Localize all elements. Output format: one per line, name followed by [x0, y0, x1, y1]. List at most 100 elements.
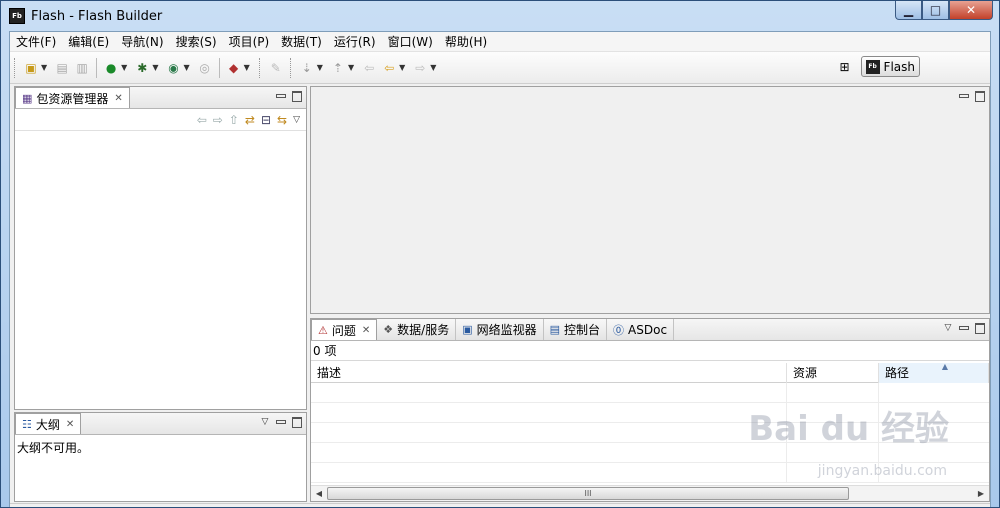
minimize-view-button[interactable] [276, 91, 286, 101]
tab-console[interactable]: ▤ 控制台 [543, 319, 608, 340]
tab-data-services[interactable]: ❖ 数据/服务 [377, 319, 457, 340]
open-perspective-icon[interactable]: ⊞ [837, 59, 853, 75]
editor-controls [959, 91, 985, 101]
close-icon: ✕ [965, 3, 977, 17]
menu-window[interactable]: 窗口(W) [382, 32, 439, 52]
package-explorer-toolbar: ⇦ ⇨ ⇧ ⇄ ⊟ ⇆ ▽ [15, 109, 306, 131]
menu-search[interactable]: 搜索(S) [170, 32, 223, 52]
profile-icon[interactable]: ◉ [165, 60, 181, 76]
minimize-view-button[interactable] [959, 323, 969, 333]
toolbar-grip[interactable] [289, 57, 293, 78]
menu-edit[interactable]: 编辑(E) [62, 32, 115, 52]
scrollbar-thumb[interactable]: III [327, 487, 849, 500]
minimize-button[interactable]: ▁ [895, 1, 922, 20]
maximize-icon: □ [929, 3, 942, 17]
package-explorer-icon: ▦ [22, 91, 33, 105]
package-explorer-tabbar: ▦ 包资源管理器 ✕ [15, 87, 306, 109]
tab-label: ASDoc [628, 322, 668, 337]
menu-data[interactable]: 数据(T) [275, 32, 328, 52]
tab-label: 数据/服务 [397, 323, 450, 337]
up-icon[interactable]: ⇧ [229, 113, 239, 127]
forward-icon[interactable]: ⇨ [412, 60, 428, 76]
view-menu-icon[interactable]: ▽ [260, 417, 270, 427]
run-icon[interactable]: ● [103, 60, 119, 76]
column-header-description[interactable]: 描述 [311, 363, 787, 383]
external-tools-dropdown-icon[interactable]: ▼ [244, 63, 250, 72]
close-window-button[interactable]: ✕ [949, 1, 993, 20]
forward-dropdown-icon[interactable]: ▼ [430, 63, 436, 72]
outline-tabbar: ☷ 大纲 ✕ ▽ [15, 413, 306, 435]
export-release-icon[interactable]: ◎ [197, 60, 213, 76]
debug-icon[interactable]: ✱ [134, 60, 150, 76]
outline-panel: ☷ 大纲 ✕ ▽ 大纲不可用。 [14, 412, 307, 502]
tab-asdoc[interactable]: ⓪ ASDoc [607, 319, 675, 340]
external-tools-icon[interactable]: ◆ [226, 60, 242, 76]
view-menu-icon[interactable]: ▽ [943, 323, 953, 333]
tab-outline[interactable]: ☷ 大纲 ✕ [15, 413, 82, 434]
outline-icon: ☷ [22, 417, 32, 431]
toolbar-grip[interactable] [14, 57, 17, 78]
menu-run[interactable]: 运行(R) [328, 32, 382, 52]
window-controls: ▁ □ ✕ [895, 1, 993, 20]
prev-annotation-icon[interactable]: ⇡ [330, 60, 346, 76]
minimize-view-button[interactable] [276, 417, 286, 427]
table-row [311, 383, 989, 403]
scroll-right-icon[interactable]: ▶ [973, 489, 989, 498]
outline-message: 大纲不可用。 [17, 441, 90, 455]
close-tab-icon[interactable]: ✕ [114, 93, 122, 104]
next-annotation-icon[interactable]: ⇣ [299, 60, 315, 76]
toolbar-grip[interactable] [258, 57, 262, 78]
horizontal-scrollbar[interactable]: ◀ III ▶ [311, 485, 989, 501]
column-header-resource[interactable]: 资源 [787, 363, 879, 383]
save-icon[interactable]: ▤ [54, 60, 70, 76]
last-edit-icon[interactable]: ⇦ [361, 60, 377, 76]
menu-file[interactable]: 文件(F) [10, 32, 62, 52]
editor-area [310, 86, 990, 314]
next-annotation-dropdown-icon[interactable]: ▼ [317, 63, 323, 72]
data-services-icon: ❖ [383, 323, 394, 336]
debug-dropdown-icon[interactable]: ▼ [152, 63, 158, 72]
app-window: Fb Flash - Flash Builder ▁ □ ✕ 文件(F) 编辑(… [0, 0, 1000, 508]
flash-builder-app-icon: Fb [9, 8, 25, 24]
close-tab-icon[interactable]: ✕ [362, 325, 370, 336]
main-toolbar: ▣ ▼ ▤ ▥ ● ▼ ✱ ▼ ◉ ▼ ◎ ◆ ▼ ✎ ⇣ ▼ ⇡ ▼ ⇦ ⇦ ▼ ⇨ ▼ ⊞ F… [10, 52, 990, 84]
column-header-path[interactable]: ▲ 路径 [879, 363, 989, 383]
maximize-view-button[interactable] [975, 323, 985, 333]
title-bar[interactable]: Fb Flash - Flash Builder ▁ □ ✕ [1, 1, 999, 31]
back-icon[interactable]: ⇦ [381, 60, 397, 76]
maximize-view-button[interactable] [292, 91, 302, 101]
profile-dropdown-icon[interactable]: ▼ [183, 63, 189, 72]
panel-controls: ▽ [260, 417, 302, 427]
menu-help[interactable]: 帮助(H) [439, 32, 493, 52]
view-menu-icon[interactable]: ▽ [293, 115, 300, 125]
tab-problems[interactable]: ⚠ 问题 ✕ [311, 319, 378, 340]
run-dropdown-icon[interactable]: ▼ [121, 63, 127, 72]
tab-package-explorer[interactable]: ▦ 包资源管理器 ✕ [15, 87, 130, 108]
link-with-editor-icon[interactable]: ⇄ [245, 113, 255, 127]
scroll-left-icon[interactable]: ◀ [311, 489, 327, 498]
tab-label: 问题 [331, 323, 356, 338]
back-dropdown-icon[interactable]: ▼ [399, 63, 405, 72]
pen-icon[interactable]: ✎ [268, 60, 284, 76]
menu-project[interactable]: 项目(P) [223, 32, 276, 52]
maximize-view-button[interactable] [292, 417, 302, 427]
prev-annotation-dropdown-icon[interactable]: ▼ [348, 63, 354, 72]
collapse-all-icon[interactable]: ⊟ [261, 113, 271, 127]
link-icon[interactable]: ⇆ [277, 113, 287, 127]
forward-icon[interactable]: ⇨ [213, 113, 223, 127]
flash-perspective-button[interactable]: Fb Flash [860, 56, 920, 77]
close-tab-icon[interactable]: ✕ [66, 419, 74, 430]
print-icon[interactable]: ▥ [74, 60, 90, 76]
minimize-editor-button[interactable] [959, 91, 969, 101]
new-icon[interactable]: ▣ [23, 60, 39, 76]
perspective-switcher: ⊞ Fb Flash [835, 56, 920, 77]
panel-controls [276, 91, 302, 101]
baidu-watermark-url: jingyan.baidu.com [817, 463, 947, 479]
new-dropdown-icon[interactable]: ▼ [41, 63, 47, 72]
maximize-button[interactable]: □ [922, 1, 949, 20]
panel-controls: ▽ [943, 323, 985, 333]
maximize-editor-button[interactable] [975, 91, 985, 101]
menu-navigate[interactable]: 导航(N) [115, 32, 169, 52]
tab-network-monitor[interactable]: ▣ 网络监视器 [456, 319, 544, 340]
back-icon[interactable]: ⇦ [197, 113, 207, 127]
